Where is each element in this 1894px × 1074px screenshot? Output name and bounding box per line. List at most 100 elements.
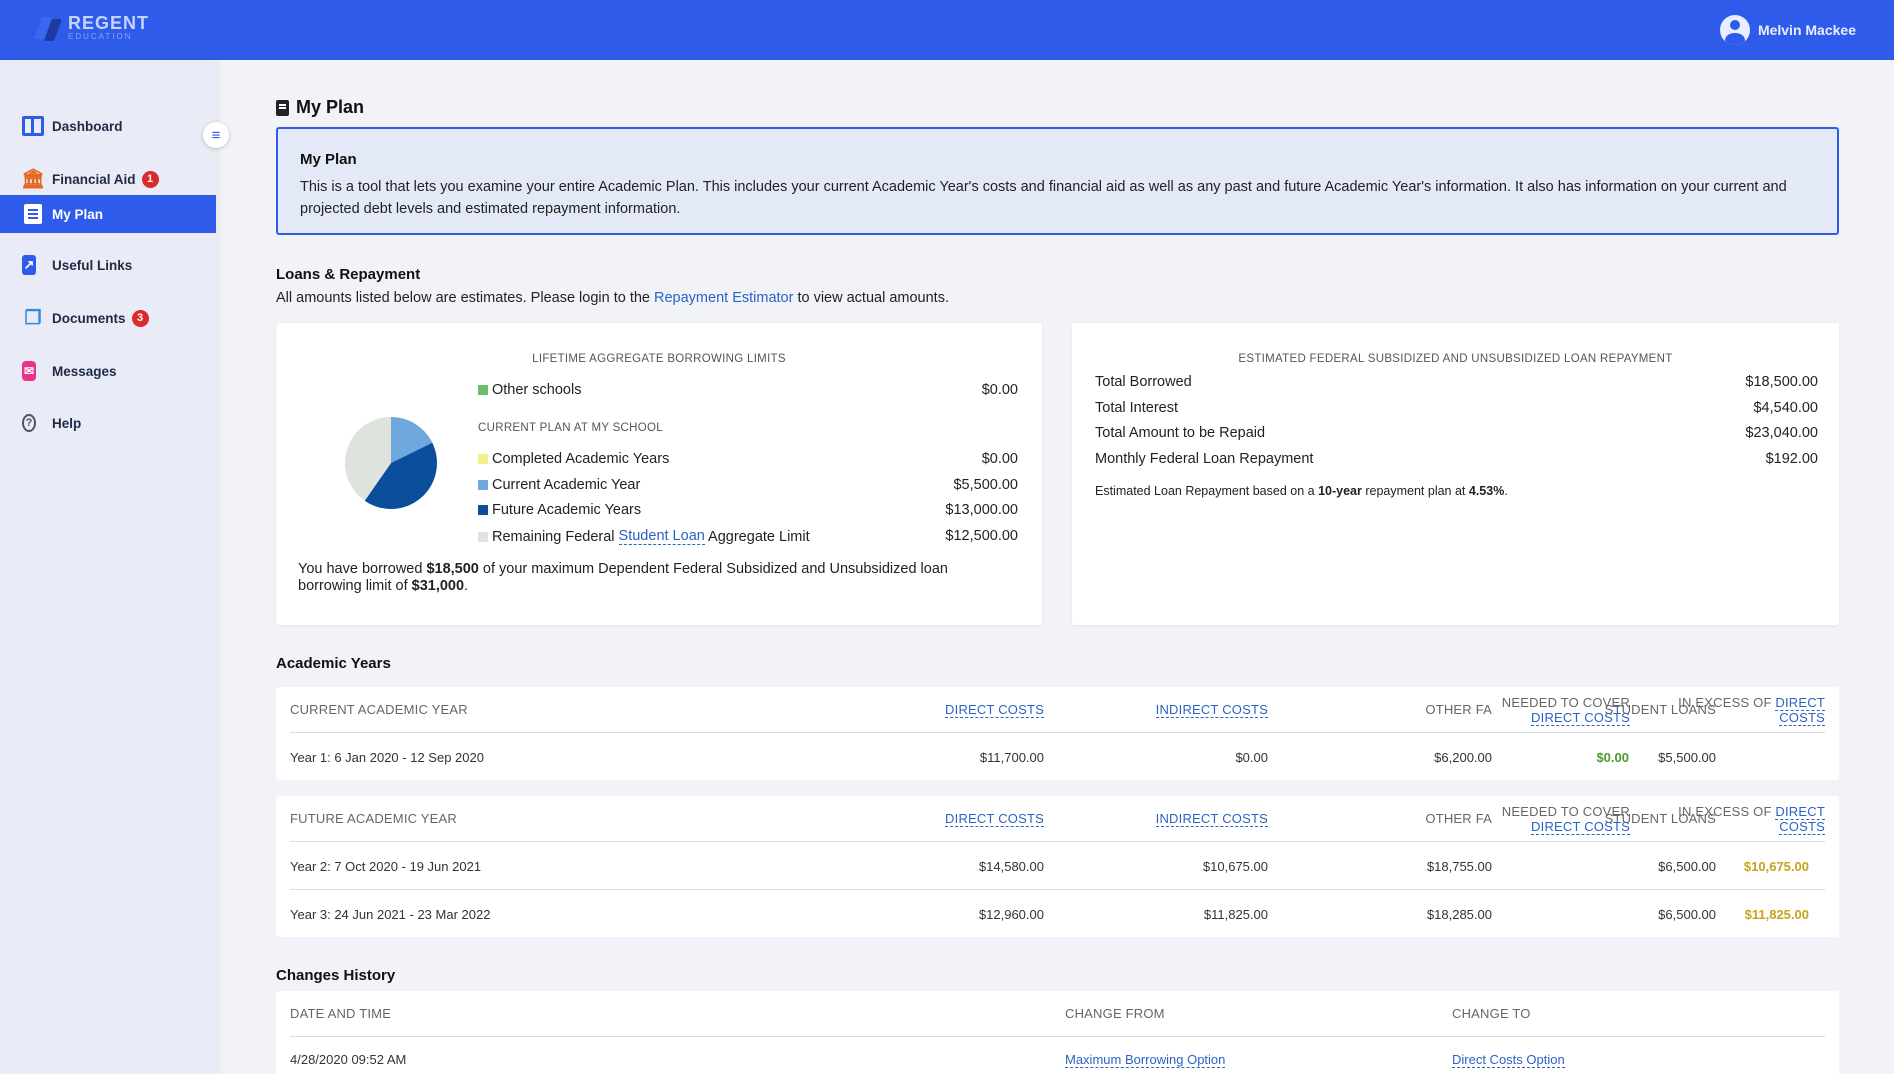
sidebar-item-messages[interactable]: ✉ Messages: [0, 352, 216, 390]
legend-swatch: [478, 531, 488, 542]
logo-icon: [33, 15, 63, 41]
indirect-costs-header-link[interactable]: INDIRECT COSTS: [1155, 811, 1268, 827]
bank-icon: 🏛: [20, 169, 46, 190]
header-text: IN EXCESS OF: [1678, 695, 1772, 710]
repayment-label: Total Amount to be Repaid: [1095, 425, 1266, 441]
sidebar-item-documents[interactable]: ❐ Documents 3: [0, 299, 216, 337]
column-header-other-fa: OTHER FA: [1425, 811, 1492, 826]
subtext-end: to view actual amounts.: [793, 290, 949, 306]
legend-row-remaining: Remaining Federal Student Loan Aggregate…: [478, 528, 1018, 545]
legend-label: Current Academic Year: [492, 477, 641, 493]
legend-label: Future Academic Years: [492, 502, 642, 518]
changes-history-table: DATE AND TIME CHANGE FROM CHANGE TO 4/28…: [276, 991, 1839, 1074]
direct-costs-header-link[interactable]: DIRECT COSTS: [945, 702, 1044, 718]
legend-label: Aggregate Limit: [704, 528, 810, 545]
changes-history-title: Changes History: [276, 967, 396, 984]
table-row: Year 1: 6 Jan 2020 - 12 Sep 2020 $11,700…: [290, 734, 1825, 780]
direct-costs-header-link[interactable]: DIRECT COSTS: [1531, 819, 1630, 835]
change-from-link[interactable]: Maximum Borrowing Option: [1065, 1052, 1226, 1068]
repayment-heading: ESTIMATED FEDERAL SUBSIDIZED AND UNSUBSI…: [1238, 353, 1673, 365]
direct-costs-header-link[interactable]: COSTS: [1779, 819, 1825, 835]
repayment-estimator-link[interactable]: Repayment Estimator: [654, 290, 793, 306]
repayment-label: Monthly Federal Loan Repayment: [1095, 451, 1314, 467]
student-loan-tooltip-link[interactable]: Student Loan: [618, 528, 705, 545]
header-text: NEEDED TO COVER: [1501, 804, 1630, 819]
sidebar-item-help[interactable]: ? Help: [0, 404, 216, 442]
other-fa-value: $18,755.00: [1426, 859, 1492, 874]
legend-label: Completed Academic Years: [492, 451, 670, 467]
repayment-note: Estimated Loan Repayment based on a 10-y…: [1095, 484, 1508, 498]
info-text: This is a tool that lets you examine you…: [300, 179, 1787, 217]
column-header-excess: IN EXCESS OF DIRECT COSTS: [1626, 796, 1825, 842]
legend-row-other-schools: Other schools $0.00: [478, 382, 1018, 398]
column-header-needed: NEEDED TO COVER DIRECT COSTS: [1490, 695, 1630, 726]
plan-icon: [24, 204, 42, 224]
repayment-row: Total Interest $4,540.00: [1095, 400, 1818, 416]
repayment-value: $192.00: [1765, 451, 1818, 467]
sidebar-item-financial-aid[interactable]: 🏛 Financial Aid 1: [0, 160, 216, 198]
sidebar-item-label: Financial Aid: [52, 171, 136, 187]
repayment-card: ESTIMATED FEDERAL SUBSIDIZED AND UNSUBSI…: [1072, 323, 1839, 625]
table-row: 4/28/2020 09:52 AM Maximum Borrowing Opt…: [290, 1038, 1825, 1074]
column-header-year: CURRENT ACADEMIC YEAR: [290, 702, 468, 717]
sidebar: Dashboard 🏛 Financial Aid 1 My Plan ↗ Us…: [0, 60, 216, 1074]
table-header: DATE AND TIME CHANGE FROM CHANGE TO: [290, 991, 1825, 1037]
year-label: Year 2: 7 Oct 2020 - 19 Jun 2021: [290, 859, 482, 874]
change-to-link[interactable]: Direct Costs Option: [1452, 1052, 1565, 1068]
legend-value: $0.00: [981, 382, 1018, 398]
documents-icon: ❐: [24, 307, 42, 329]
legend-value: $5,500.00: [953, 477, 1018, 493]
in-excess-value: $10,675.00: [1743, 859, 1809, 874]
note-text: Estimated Loan Repayment based on a: [1095, 484, 1319, 498]
in-excess-value: $11,825.00: [1744, 907, 1809, 922]
note-term: 10-year: [1318, 484, 1362, 498]
messages-icon: ✉: [22, 361, 36, 381]
sidebar-collapse-button[interactable]: ≡: [203, 122, 229, 148]
loans-section-title: Loans & Repayment: [276, 266, 421, 283]
sidebar-item-label: Useful Links: [52, 257, 133, 273]
legend-value: $12,500.00: [945, 528, 1018, 544]
borrowing-limit: $31,000: [411, 578, 465, 594]
table-row: Year 2: 7 Oct 2020 - 19 Jun 2021 $14,580…: [290, 843, 1825, 890]
sidebar-item-dashboard[interactable]: Dashboard: [0, 107, 216, 145]
direct-costs-value: $12,960.00: [978, 907, 1044, 922]
borrowing-pie-chart: [345, 417, 437, 509]
sidebar-item-useful-links[interactable]: ↗ Useful Links: [0, 246, 216, 284]
top-bar: REGENT EDUCATION Melvin Mackee: [0, 0, 1894, 60]
direct-costs-header-link[interactable]: DIRECT COSTS: [945, 811, 1044, 827]
sidebar-item-label: Help: [52, 415, 82, 431]
indirect-costs-value: $0.00: [1235, 750, 1268, 765]
direct-costs-header-link[interactable]: DIRECT: [1775, 695, 1825, 711]
borrowing-limits-card: LIFETIME AGGREGATE BORROWING LIMITS Othe…: [276, 323, 1042, 625]
repayment-value: $18,500.00: [1745, 374, 1818, 390]
sidebar-item-label: My Plan: [52, 206, 104, 222]
logo[interactable]: REGENT EDUCATION: [33, 14, 149, 41]
direct-costs-header-link[interactable]: COSTS: [1779, 710, 1825, 726]
note-text: .: [1504, 484, 1508, 498]
external-link-icon: ↗: [22, 255, 36, 275]
repayment-row: Monthly Federal Loan Repayment $192.00: [1095, 451, 1818, 467]
other-fa-value: $6,200.00: [1434, 750, 1492, 765]
summary-text: You have borrowed: [298, 561, 427, 577]
legend-value: $13,000.00: [945, 502, 1018, 518]
direct-costs-header-link[interactable]: DIRECT: [1775, 804, 1825, 820]
user-menu[interactable]: Melvin Mackee: [1719, 15, 1856, 45]
direct-costs-header-link[interactable]: DIRECT COSTS: [1531, 710, 1630, 726]
borrowed-summary: You have borrowed $18,500 of your maximu…: [298, 561, 998, 595]
student-loans-value: $6,500.00: [1658, 859, 1716, 874]
repayment-label: Total Borrowed: [1095, 374, 1192, 390]
table-row: Year 3: 24 Jun 2021 - 23 Mar 2022 $12,96…: [290, 891, 1825, 937]
repayment-row: Total Borrowed $18,500.00: [1095, 374, 1818, 390]
legend-row-completed: Completed Academic Years $0.00: [478, 451, 1018, 467]
repayment-label: Total Interest: [1095, 400, 1179, 416]
current-plan-heading: CURRENT PLAN AT MY SCHOOL: [478, 422, 663, 434]
sidebar-item-label: Messages: [52, 363, 117, 379]
notification-badge: 1: [141, 170, 159, 188]
user-avatar-icon: [1719, 15, 1750, 45]
indirect-costs-header-link[interactable]: INDIRECT COSTS: [1155, 702, 1268, 718]
sidebar-item-my-plan[interactable]: My Plan: [0, 195, 216, 233]
user-name: Melvin Mackee: [1757, 22, 1856, 38]
sidebar-item-label: Dashboard: [52, 118, 123, 134]
header-text: IN EXCESS OF: [1678, 804, 1772, 819]
legend-swatch: [478, 385, 488, 395]
